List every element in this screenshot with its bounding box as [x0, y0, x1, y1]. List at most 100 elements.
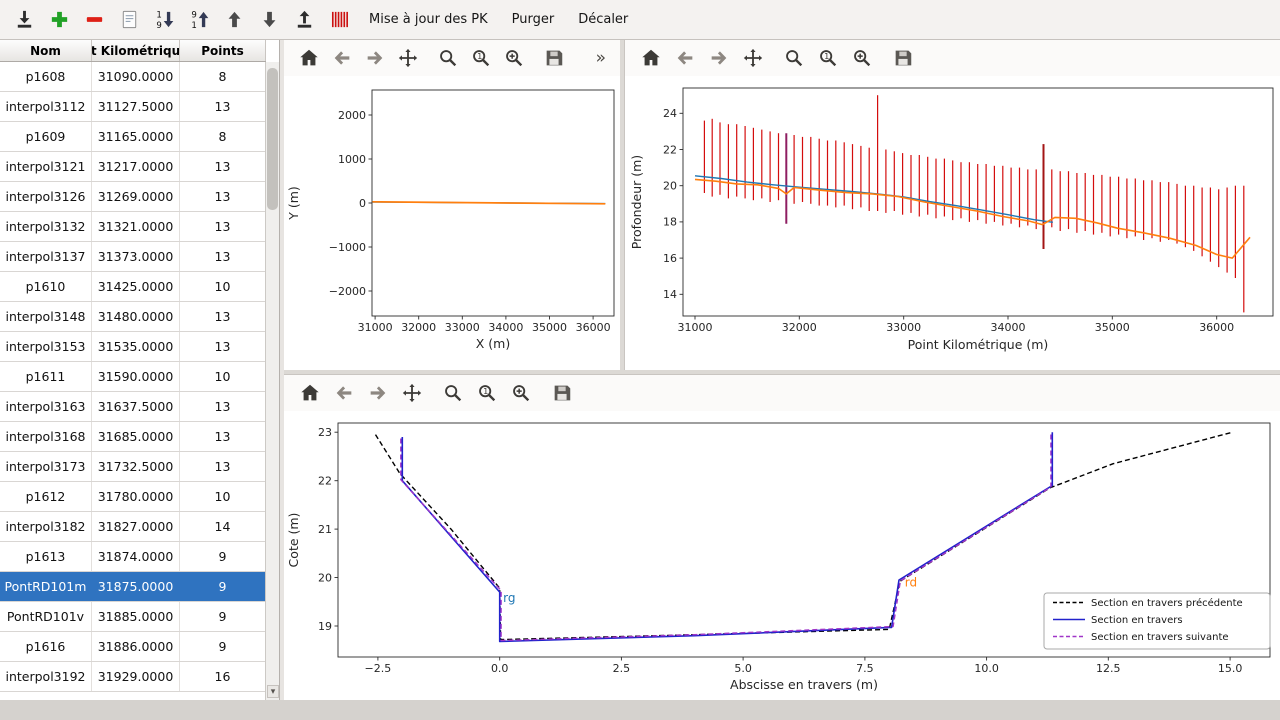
cell-points: 13 [180, 302, 266, 331]
svg-text:Abscisse en travers (m): Abscisse en travers (m) [730, 677, 878, 692]
svg-text:24: 24 [663, 107, 677, 120]
sort-descending-icon[interactable]: 91 [187, 7, 212, 32]
svg-text:22: 22 [663, 143, 677, 156]
plot-zoom-icon[interactable] [437, 46, 460, 70]
cross-section-chart[interactable]: −2.50.02.55.07.510.012.515.01920212223rg… [284, 411, 1280, 700]
plot-home-icon[interactable] [298, 381, 322, 405]
plot-zoom-plus-icon[interactable] [509, 381, 533, 405]
table-row[interactable]: interpol316331637.500013 [0, 392, 266, 422]
section-plot-toolbar: 1 [284, 375, 1280, 411]
plot-zoom-icon[interactable] [782, 46, 806, 70]
table-row[interactable]: p160931165.00008 [0, 122, 266, 152]
table-row[interactable]: interpol316831685.000013 [0, 422, 266, 452]
cell-points: 9 [180, 632, 266, 661]
plot-zoom-one-icon[interactable]: 1 [475, 381, 499, 405]
shift-button[interactable]: Décaler [571, 8, 635, 31]
column-header-points[interactable]: Points [180, 40, 266, 61]
column-header-nom[interactable]: Nom [0, 40, 92, 61]
svg-text:32000: 32000 [401, 321, 436, 334]
table-row[interactable]: p161031425.000010 [0, 272, 266, 302]
main-toolbar: 1991Mise à jour des PKPurgerDécaler [0, 0, 1280, 40]
plan-view-chart[interactable]: 310003200033000340003500036000−2000−1000… [284, 76, 620, 368]
cell-nom: p1608 [0, 62, 92, 91]
cell-pk: 31886.0000 [92, 632, 180, 661]
plot-back-icon[interactable] [331, 46, 354, 70]
cell-nom: interpol3182 [0, 512, 92, 541]
table-row[interactable]: p161131590.000010 [0, 362, 266, 392]
cell-nom: interpol3126 [0, 182, 92, 211]
plot-save-icon[interactable] [550, 381, 574, 405]
table-row[interactable]: p161331874.00009 [0, 542, 266, 572]
plot-home-icon[interactable] [298, 46, 321, 70]
export-icon[interactable] [292, 7, 317, 32]
table-row[interactable]: interpol311231127.500013 [0, 92, 266, 122]
plot-back-icon[interactable] [673, 46, 697, 70]
table-row[interactable]: interpol315331535.000013 [0, 332, 266, 362]
cell-points: 9 [180, 602, 266, 631]
cell-nom: p1613 [0, 542, 92, 571]
plan-plot-toolbar: 1» [284, 40, 620, 76]
cell-points: 14 [180, 512, 266, 541]
svg-text:23: 23 [318, 426, 332, 439]
table-row[interactable]: p161631886.00009 [0, 632, 266, 662]
remove-section-icon[interactable] [82, 7, 107, 32]
cell-pk: 31875.0000 [92, 572, 180, 601]
plot-back-icon[interactable] [332, 381, 356, 405]
table-row[interactable]: interpol312131217.000013 [0, 152, 266, 182]
table-row[interactable]: interpol313731373.000013 [0, 242, 266, 272]
plot-zoom-icon[interactable] [441, 381, 465, 405]
cell-points: 8 [180, 62, 266, 91]
plot-pan-icon[interactable] [397, 46, 420, 70]
svg-text:−1000: −1000 [329, 241, 366, 254]
cell-points: 13 [180, 92, 266, 121]
plots-area: 1» 310003200033000340003500036000−2000−1… [284, 40, 1280, 700]
move-down-icon[interactable] [257, 7, 282, 32]
column-header-pk[interactable]: t Kilométriqu [92, 40, 180, 61]
plot-forward-icon[interactable] [366, 381, 390, 405]
add-section-icon[interactable] [47, 7, 72, 32]
cell-points: 8 [180, 122, 266, 151]
move-up-icon[interactable] [222, 7, 247, 32]
plot-save-icon[interactable] [543, 46, 566, 70]
import-icon[interactable] [12, 7, 37, 32]
svg-text:9: 9 [191, 11, 196, 21]
cell-points: 13 [180, 212, 266, 241]
table-scrollbar-thumb[interactable] [267, 68, 278, 210]
table-row[interactable]: interpol314831480.000013 [0, 302, 266, 332]
scrollbar-down-arrow-icon[interactable]: ▾ [267, 685, 279, 698]
svg-text:X (m): X (m) [476, 336, 510, 351]
table-row[interactable]: interpol313231321.000013 [0, 212, 266, 242]
edit-section-icon[interactable] [117, 7, 142, 32]
cell-nom: PontRD101v [0, 602, 92, 631]
plot-save-icon[interactable] [891, 46, 915, 70]
svg-text:33000: 33000 [445, 321, 480, 334]
table-row[interactable]: interpol317331732.500013 [0, 452, 266, 482]
long-profile-chart[interactable]: 3100032000330003400035000360001416182022… [625, 76, 1280, 368]
table-scrollbar[interactable]: ▾ [265, 62, 279, 700]
application-window: 1991Mise à jour des PKPurgerDécaler Nomt… [0, 0, 1280, 720]
plot-zoom-one-icon[interactable]: 1 [816, 46, 840, 70]
plot-zoom-one-icon[interactable]: 1 [470, 46, 493, 70]
plot-forward-icon[interactable] [364, 46, 387, 70]
sort-ascending-icon[interactable]: 19 [152, 7, 177, 32]
plot-zoom-plus-icon[interactable] [850, 46, 874, 70]
sections-list-icon[interactable] [327, 7, 352, 32]
table-row[interactable]: interpol312631269.000013 [0, 182, 266, 212]
toolbar-overflow-chevron[interactable]: » [596, 48, 606, 68]
plot-pan-icon[interactable] [400, 381, 424, 405]
cell-pk: 31090.0000 [92, 62, 180, 91]
update-pk-button[interactable]: Mise à jour des PK [362, 8, 495, 31]
table-row[interactable]: p161231780.000010 [0, 482, 266, 512]
cell-nom: p1612 [0, 482, 92, 511]
purge-button[interactable]: Purger [505, 8, 562, 31]
table-row[interactable]: interpol319231929.000016 [0, 662, 266, 692]
table-row[interactable]: p160831090.00008 [0, 62, 266, 92]
plot-pan-icon[interactable] [741, 46, 765, 70]
plot-forward-icon[interactable] [707, 46, 731, 70]
table-row[interactable]: interpol318231827.000014 [0, 512, 266, 542]
plot-home-icon[interactable] [639, 46, 663, 70]
plot-zoom-plus-icon[interactable] [503, 46, 526, 70]
svg-text:1: 1 [191, 21, 196, 31]
table-row[interactable]: PontRD101v31885.00009 [0, 602, 266, 632]
table-row[interactable]: PontRD101m31875.00009 [0, 572, 266, 602]
